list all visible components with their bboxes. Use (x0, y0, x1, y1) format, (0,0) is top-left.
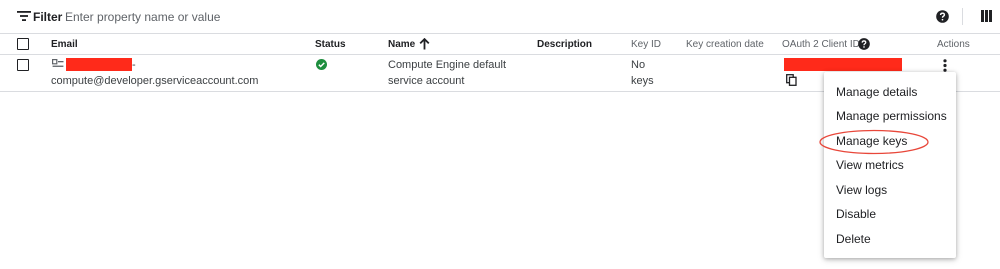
column-header-key-id: Key ID (631, 39, 662, 50)
account-name-line1[interactable]: Compute Engine default (388, 57, 506, 73)
select-all-checkbox[interactable] (17, 38, 29, 50)
menu-item-disable[interactable]: Disable (836, 205, 876, 223)
menu-item-delete[interactable]: Delete (836, 230, 871, 248)
filter-list-icon[interactable] (17, 10, 31, 22)
menu-item-manage-details[interactable]: Manage details (836, 83, 917, 101)
key-id-line1: No (631, 59, 646, 71)
redacted-client-id (784, 58, 902, 71)
toolbar-divider (962, 8, 963, 25)
service-account-icon (52, 59, 64, 67)
column-display-icon[interactable] (981, 10, 992, 22)
help-icon[interactable] (936, 10, 949, 23)
copy-icon[interactable] (786, 74, 797, 86)
highlight-ellipse (819, 129, 929, 155)
sort-ascending-icon[interactable] (419, 38, 430, 50)
table-header: Email Status Name Description Key ID Key… (0, 34, 1000, 55)
redacted-email-prefix (66, 58, 132, 71)
column-header-email[interactable]: Email (51, 39, 78, 50)
column-header-status[interactable]: Status (315, 39, 346, 50)
menu-item-manage-permissions[interactable]: Manage permissions (836, 107, 947, 125)
actions-menu: Manage details Manage permissions Manage… (824, 72, 956, 258)
column-header-actions: Actions (937, 39, 970, 50)
email-suffix: - (132, 59, 136, 71)
column-header-oauth-client-id: OAuth 2 Client ID (782, 39, 860, 50)
help-icon[interactable] (858, 38, 870, 50)
email-address[interactable]: compute@developer.gserviceaccount.com (51, 73, 258, 89)
row-checkbox[interactable] (17, 59, 29, 71)
column-header-name[interactable]: Name (388, 39, 415, 50)
more-vert-icon[interactable] (943, 59, 947, 72)
account-name-line2[interactable]: service account (388, 73, 464, 89)
column-header-description[interactable]: Description (537, 39, 592, 50)
menu-item-view-metrics[interactable]: View metrics (836, 156, 904, 174)
key-id-line2: keys (631, 75, 654, 87)
filter-label[interactable]: Filter (33, 10, 62, 24)
enabled-status-icon (316, 59, 327, 70)
menu-item-view-logs[interactable]: View logs (836, 181, 887, 199)
filter-bar: Filter (0, 0, 1000, 34)
column-header-key-creation-date: Key creation date (686, 39, 764, 50)
filter-input[interactable] (65, 9, 465, 24)
